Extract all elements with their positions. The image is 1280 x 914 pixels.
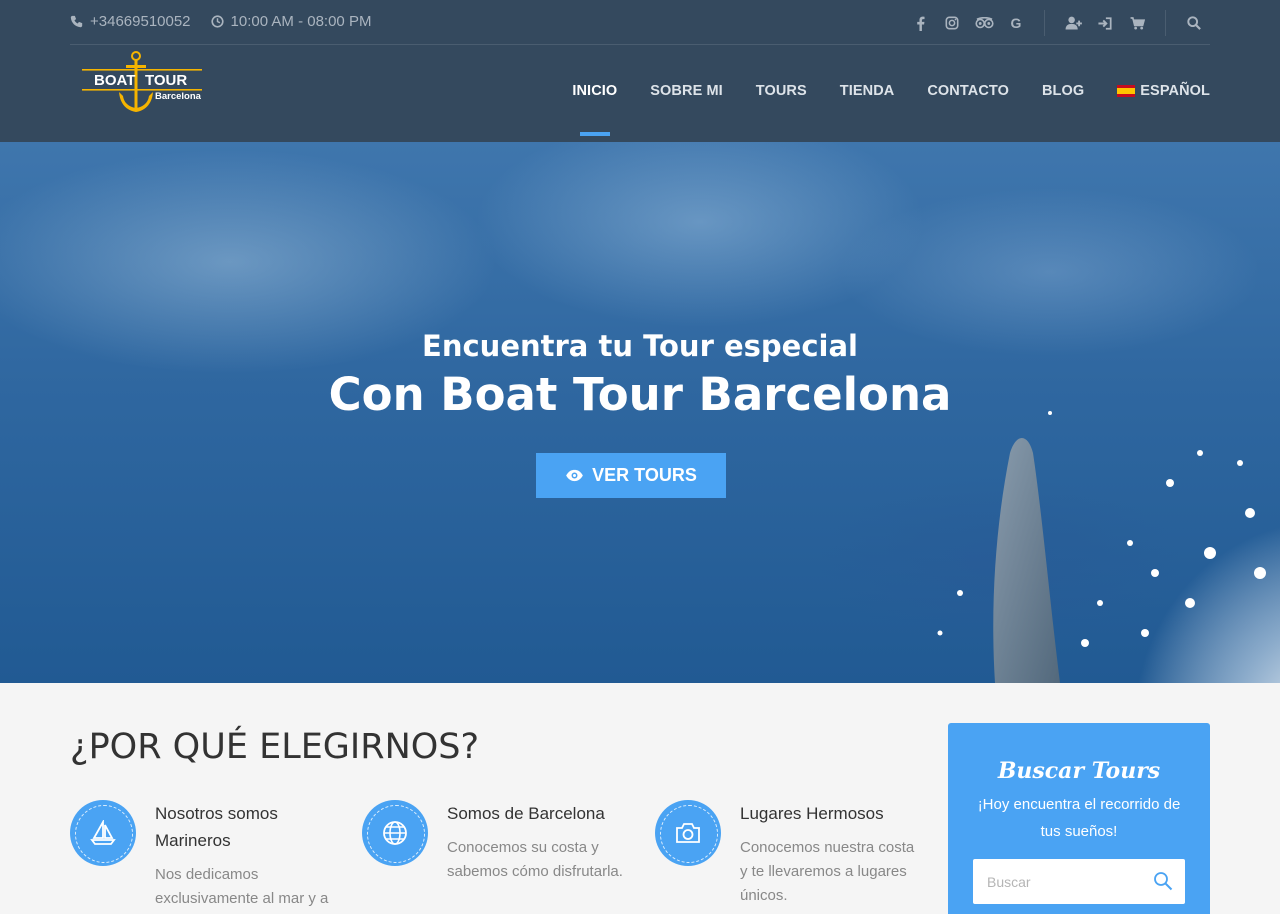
add-user-icon[interactable]: [1057, 10, 1089, 36]
opening-hours: 10:00 AM - 08:00 PM: [230, 13, 372, 30]
hours-info: 10:00 AM - 08:00 PM: [210, 13, 372, 30]
phone-icon: [70, 15, 83, 28]
feature-title: Nosotros somos Marineros: [155, 804, 278, 850]
logo-word-barcelona: Barcelona: [155, 91, 202, 102]
search-magnifier-icon[interactable]: [1153, 871, 1173, 891]
topbar-actions: G: [904, 10, 1210, 36]
top-bar: +34669510052 10:00 AM - 08:00 PM G: [70, 0, 1210, 45]
feature-text: Conocemos nuestra costa y te llevaremos …: [740, 839, 915, 904]
tripadvisor-icon[interactable]: [968, 10, 1000, 36]
logo[interactable]: BOAT TOUR Barcelona: [80, 50, 204, 118]
topbar-separator: [1044, 10, 1045, 36]
logo-word-tour: TOUR: [145, 72, 187, 89]
eye-icon: [566, 469, 584, 482]
sailboat-icon: [90, 820, 116, 845]
facebook-icon[interactable]: [904, 10, 936, 36]
nav-contacto[interactable]: CONTACTO: [927, 83, 1009, 99]
sign-in-icon[interactable]: [1089, 10, 1121, 36]
language-label: ESPAÑOL: [1140, 83, 1210, 99]
spain-flag-icon: [1117, 85, 1136, 97]
search-box: [973, 859, 1185, 904]
search-icon[interactable]: [1178, 10, 1210, 36]
search-card-title: Buscar Tours: [997, 758, 1161, 784]
google-icon[interactable]: G: [1000, 10, 1032, 36]
contact-info: +34669510052 10:00 AM - 08:00 PM: [70, 13, 391, 30]
nav-language[interactable]: ESPAÑOL: [1117, 83, 1210, 99]
hero-banner: Encuentra tu Tour especial Con Boat Tour…: [0, 142, 1280, 683]
why-us-title: ¿POR QUÉ ELEGIRNOS?: [70, 727, 480, 767]
feature-title: Somos de Barcelona: [447, 804, 605, 823]
topbar-separator-2: [1165, 10, 1166, 36]
feature-text: Conocemos su costa y sabemos cómo disfru…: [447, 839, 623, 880]
nav-tienda[interactable]: TIENDA: [840, 83, 895, 99]
hero-subtitle: Encuentra tu Tour especial: [422, 329, 858, 363]
nav-inicio[interactable]: INICIO: [572, 83, 617, 136]
instagram-icon[interactable]: [936, 10, 968, 36]
nav-tours[interactable]: TOURS: [756, 83, 807, 99]
main-nav: INICIO SOBRE MI TOURS TIENDA CONTACTO BL…: [539, 83, 1210, 136]
search-tours-card: Buscar Tours ¡Hoy encuentra el recorrido…: [948, 723, 1210, 914]
camera-icon: [676, 823, 700, 843]
cart-icon[interactable]: [1121, 10, 1153, 36]
site-header: +34669510052 10:00 AM - 08:00 PM G BOAT …: [0, 0, 1280, 142]
globe-icon: [383, 821, 407, 845]
boat-tour-logo-icon: BOAT TOUR Barcelona: [82, 51, 202, 112]
feature-text: Nos dedicamos exclusivamente al mar y a: [155, 866, 329, 907]
nav-blog[interactable]: BLOG: [1042, 83, 1084, 99]
logo-word-boat: BOAT: [94, 72, 135, 89]
ver-tours-button[interactable]: VER TOURS: [536, 453, 726, 498]
search-card-subtitle: ¡Hoy encuentra el recorrido de tus sueño…: [977, 796, 1181, 840]
clock-icon: [210, 15, 224, 28]
google-letter: G: [1010, 15, 1022, 31]
feature-icon-circle: [655, 800, 721, 866]
phone-info[interactable]: +34669510052: [70, 13, 191, 30]
phone-number: +34669510052: [90, 13, 191, 30]
nav-sobre-mi[interactable]: SOBRE MI: [650, 83, 723, 99]
ver-tours-label: VER TOURS: [592, 465, 697, 485]
feature-icon-circle: [362, 800, 428, 866]
hero-title: Con Boat Tour Barcelona: [328, 368, 952, 421]
feature-icon-circle: [70, 800, 136, 866]
feature-title: Lugares Hermosos: [740, 804, 884, 823]
